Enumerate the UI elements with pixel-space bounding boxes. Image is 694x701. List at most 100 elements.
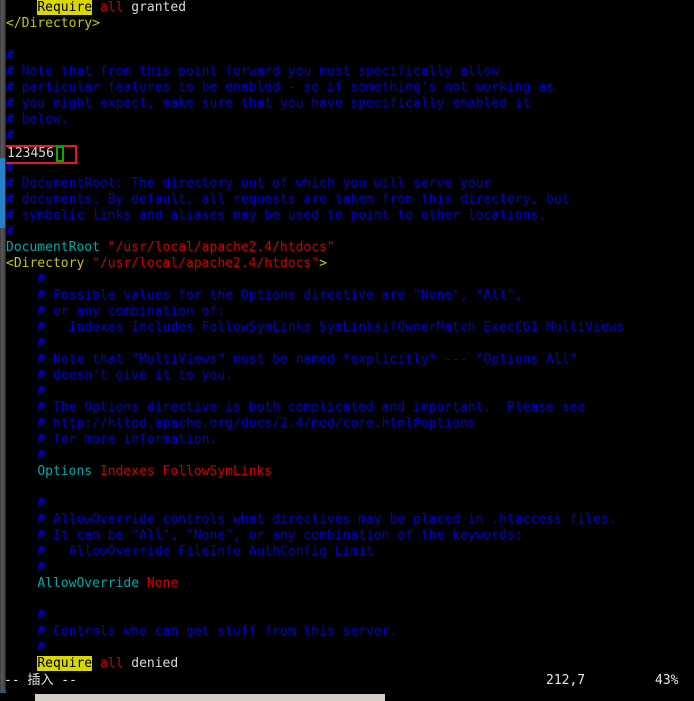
editor-line[interactable]: # AllowOverride FileInfo AuthConfig Limi… [5,544,694,560]
code-token: # [6,48,14,63]
editor-line[interactable]: # Indexes Includes FollowSymLinks SymLin… [5,320,694,336]
editor-line[interactable] [5,144,694,160]
code-token: # documents. By default, all requests ar… [6,192,570,207]
editor-line[interactable]: # you might expect, make sure that you h… [5,96,694,112]
code-token: # Note that "MultiViews" must be named *… [6,352,578,367]
editor-line[interactable]: # [5,384,694,400]
editor-line[interactable]: # [5,560,694,576]
typed-value-text: 123456 [7,146,54,161]
editor-line[interactable]: # The Options directive is both complica… [5,400,694,416]
editor-line[interactable]: # documents. By default, all requests ar… [5,192,694,208]
code-token: # AllowOverride FileInfo AuthConfig Limi… [6,544,374,559]
editor-line[interactable]: # [5,224,694,240]
code-token: AllowOverride [37,576,140,591]
editor-line[interactable]: # doesn't give it to you. [5,368,694,384]
cursor-position-label: 212,7 [546,673,586,688]
code-token: # [6,128,14,143]
editor-mode-label: -- 插入 -- [4,673,77,688]
code-token: > [319,256,327,271]
code-token: # [6,224,14,239]
vertical-scrollbar-thumb[interactable] [0,158,5,228]
vertical-scrollbar-trough[interactable] [0,0,5,690]
editor-line[interactable]: # DocumentRoot: The directory out of whi… [5,176,694,192]
editor-line[interactable]: # Note that "MultiViews" must be named *… [5,352,694,368]
code-token: # or any combination of: [6,304,226,319]
code-token: # [6,560,46,575]
code-token: # [6,496,46,511]
editor-line[interactable]: # [5,160,694,176]
editor-line[interactable]: # [5,448,694,464]
code-token: # [6,384,46,399]
editor-line[interactable]: <Directory "/usr/local/apache2.4/htdocs"… [5,256,694,272]
editor-line[interactable]: # [5,336,694,352]
text-cursor [56,146,64,162]
code-token: # [6,272,46,287]
editor-line[interactable]: # Note that from this point forward you … [5,64,694,80]
code-token: granted [123,0,187,15]
code-token: # AllowOverride controls what directives… [6,512,617,527]
editor-line[interactable]: # [5,48,694,64]
code-token: # you might expect, make sure that you h… [6,96,531,111]
editor-line[interactable]: Require all denied [5,656,694,672]
editor-line[interactable]: # below. [5,112,694,128]
editor-line[interactable]: # AllowOverride controls what directives… [5,512,694,528]
editor-line[interactable]: </Directory> [5,16,694,32]
code-token: # It can be "All", "None", or any combin… [6,528,523,543]
code-token: denied [123,656,179,671]
editor-line[interactable]: # Possible values for the Options direct… [5,288,694,304]
vertical-scrollbar[interactable] [0,0,6,690]
code-token: # particular features to be enabled - so… [6,80,554,95]
code-token: # [6,640,46,655]
search-match-highlight: Require [37,0,93,15]
editor-line[interactable]: # It can be "All", "None", or any combin… [5,528,694,544]
code-token: all [99,656,124,671]
code-token: # DocumentRoot: The directory out of whi… [6,176,492,191]
code-token: </Directory> [6,16,100,31]
code-token: "/usr/local/apache2.4/htdocs" [107,240,335,255]
editor-line[interactable]: # or any combination of: [5,304,694,320]
editor-line[interactable]: DocumentRoot "/usr/local/apache2.4/htdoc… [5,240,694,256]
code-token: None [146,576,179,591]
editor-line[interactable]: Options Indexes FollowSymLinks [5,464,694,480]
editor-line[interactable] [5,32,694,48]
code-token: # [6,160,14,175]
code-token: # for more information. [6,432,218,447]
editor-line[interactable]: # for more information. [5,432,694,448]
editor-line[interactable]: AllowOverride None [5,576,694,592]
code-token: <Directory [6,256,85,271]
editor-line[interactable]: # http://httpd.apache.org/docs/2.4/mod/c… [5,416,694,432]
editor-line[interactable]: # particular features to be enabled - so… [5,80,694,96]
editor-line[interactable]: # symbolic links and aliases may be used… [5,208,694,224]
editor-line[interactable]: # [5,496,694,512]
editor-line[interactable] [5,480,694,496]
editor-line[interactable]: # [5,608,694,624]
code-token: # [6,448,46,463]
code-token: # symbolic links and aliases may be used… [6,208,547,223]
editor-line[interactable]: # [5,272,694,288]
code-token: # [6,608,46,623]
horizontal-scrollbar-thumb[interactable] [35,694,385,701]
editor-line[interactable] [5,592,694,608]
horizontal-scrollbar[interactable] [0,690,694,701]
terminal-window: Require all granted </Directory> # # Note t… [0,0,694,701]
code-token: Indexes FollowSymLinks [99,464,273,479]
editor-line[interactable]: # Controls who can get stuff from this s… [5,624,694,640]
editor-line[interactable]: # [5,640,694,656]
editor-line[interactable]: Require all granted [5,0,694,16]
search-match-highlight: Require [37,656,93,671]
code-token: # Possible values for the Options direct… [6,288,523,303]
code-token: # below. [6,112,69,127]
code-token: DocumentRoot [6,240,100,255]
code-token: all [99,0,124,15]
scroll-percent-label: 43% [655,673,679,688]
editor-text-area[interactable]: Require all granted </Directory> # # Note t… [5,0,694,672]
editor-line[interactable]: # [5,128,694,144]
